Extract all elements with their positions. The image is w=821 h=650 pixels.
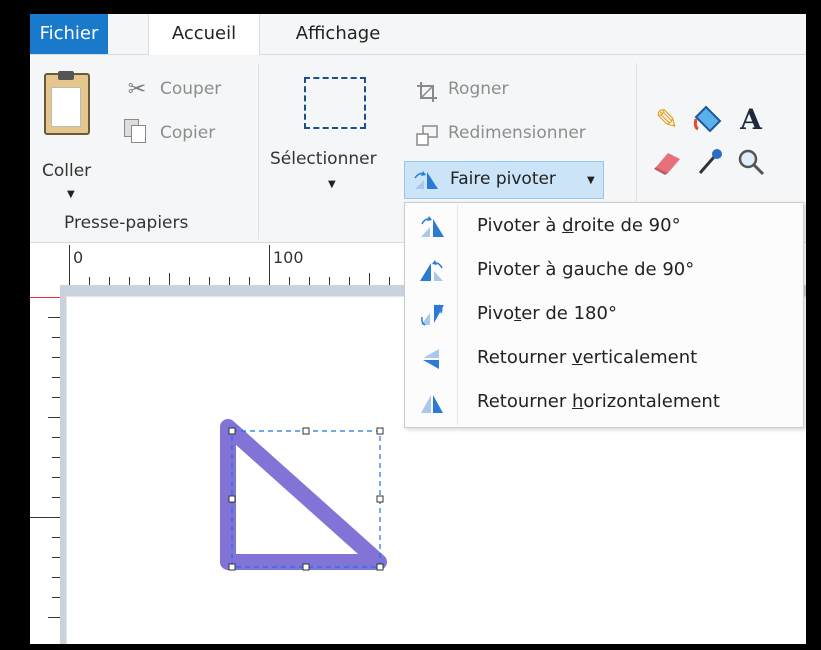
menu-item-label: Pivoter à droite de 90° xyxy=(477,215,681,236)
vertical-ruler xyxy=(30,285,61,644)
color-picker-icon[interactable] xyxy=(692,145,726,179)
menu-item-rotate-left[interactable]: Pivoter à gauche de 90° xyxy=(405,249,803,293)
menu-item-rotate-180[interactable]: Pivoter de 180° xyxy=(405,293,803,337)
group-divider xyxy=(258,63,259,239)
magnifier-icon[interactable] xyxy=(734,145,768,179)
tab-home[interactable]: Accueil xyxy=(148,14,260,55)
tab-file[interactable]: Fichier xyxy=(30,14,108,54)
menu-item-rotate-right[interactable]: Pivoter à droite de 90° xyxy=(405,205,803,249)
cut-label: Couper xyxy=(160,79,222,99)
copy-label: Copier xyxy=(160,123,216,143)
triangle-shape xyxy=(220,419,387,570)
ribbon-tabs: Fichier Accueil Affichage xyxy=(30,14,806,55)
chevron-down-icon: ▼ xyxy=(587,175,595,186)
rotate-button[interactable]: Faire pivoter ▼ xyxy=(404,161,604,199)
flip-horizontal-icon xyxy=(421,395,443,413)
flip-vertical-icon xyxy=(423,349,439,369)
menu-item-flip-vertical[interactable]: Retourner verticalement xyxy=(405,337,803,381)
chevron-down-icon: ▼ xyxy=(328,179,336,190)
resize-label: Redimensionner xyxy=(448,123,586,143)
text-icon[interactable]: A xyxy=(734,103,768,137)
rotate-right-icon xyxy=(421,216,444,237)
rotate-menu: Pivoter à droite de 90° Pivoter à gauche… xyxy=(404,202,804,428)
scissors-icon: ✂ xyxy=(127,77,147,102)
crop-icon xyxy=(417,82,437,102)
menu-item-label: Retourner verticalement xyxy=(477,347,698,368)
ruler-label-0: 0 xyxy=(73,248,84,267)
tab-view[interactable]: Affichage xyxy=(278,14,398,54)
menu-item-label: Pivoter à gauche de 90° xyxy=(477,259,695,280)
eraser-icon[interactable] xyxy=(650,145,684,179)
rotate-180-icon xyxy=(421,304,444,326)
menu-item-label: Retourner horizontalement xyxy=(477,391,720,412)
resize-icon xyxy=(416,125,438,146)
paste-icon xyxy=(44,71,90,135)
rotate-icon xyxy=(414,171,438,189)
chevron-down-icon: ▼ xyxy=(67,189,75,200)
clipboard-group-label: Presse-papiers xyxy=(64,213,189,233)
rotate-label: Faire pivoter xyxy=(450,169,556,189)
paint-window: Fichier Accueil Affichage Coller ▼ ✂ Cou… xyxy=(30,14,806,644)
copy-icon xyxy=(124,119,146,143)
select-label: Sélectionner xyxy=(270,149,377,169)
pencil-icon[interactable]: ✎ xyxy=(650,103,684,137)
fill-bucket-icon[interactable] xyxy=(692,103,726,137)
rotate-left-icon xyxy=(420,260,443,281)
crop-label: Rogner xyxy=(448,79,509,99)
tools-group: ✎ A xyxy=(640,95,790,205)
select-icon xyxy=(304,77,366,129)
paste-label: Coller xyxy=(42,161,92,181)
ruler-label-100: 100 xyxy=(273,248,304,267)
menu-item-flip-horizontal[interactable]: Retourner horizontalement xyxy=(405,381,803,425)
menu-item-label: Pivoter de 180° xyxy=(477,303,617,324)
